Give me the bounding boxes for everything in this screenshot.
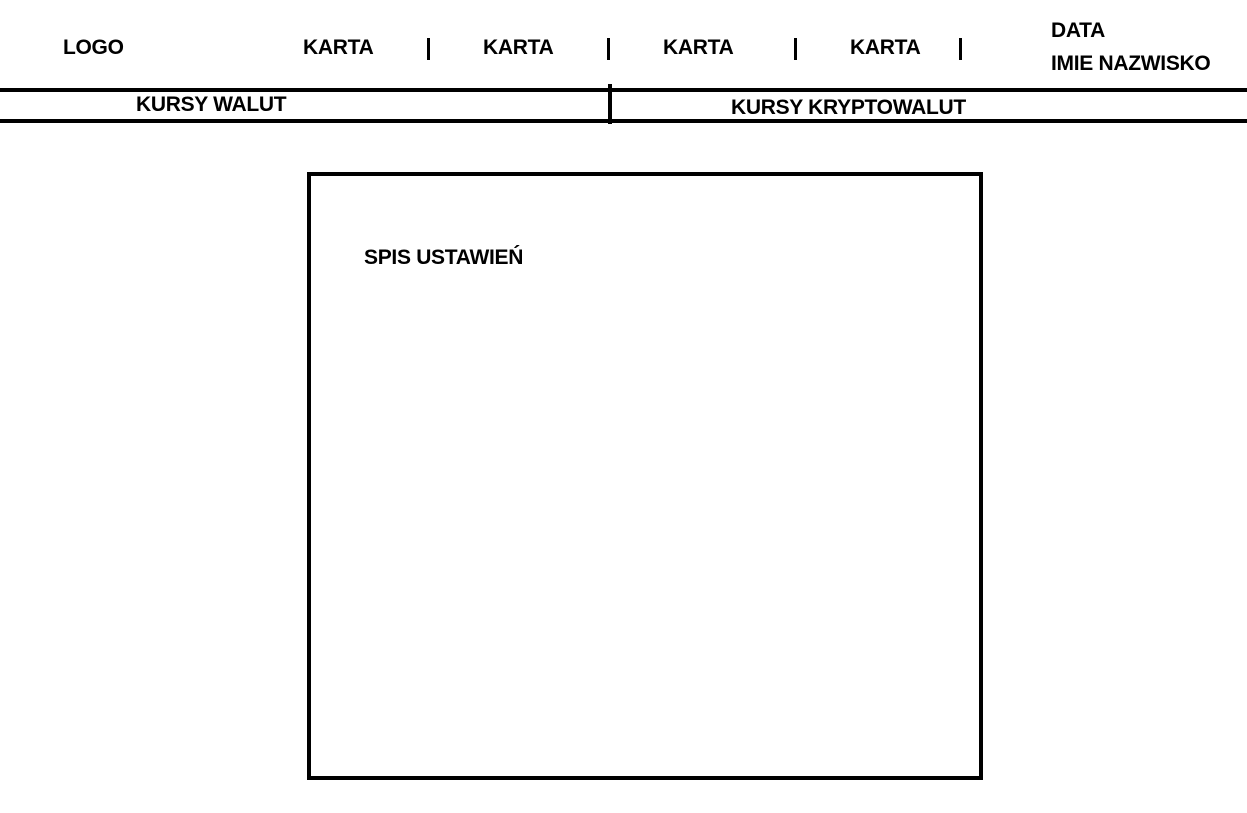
tab-karta-4[interactable]: KARTA <box>850 36 921 60</box>
subnav-top-divider <box>0 88 1247 92</box>
header-user-name[interactable]: IMIE NAZWISKO <box>1051 52 1211 76</box>
tab-karta-1[interactable]: KARTA <box>303 36 374 60</box>
subnav-kursy-walut[interactable]: KURSY WALUT <box>136 93 287 117</box>
tab-karta-3[interactable]: KARTA <box>663 36 734 60</box>
settings-panel: SPIS USTAWIEŃ <box>307 172 983 780</box>
subnav-kursy-kryptowalut[interactable]: KURSY KRYPTOWALUT <box>731 96 966 120</box>
tab-karta-2[interactable]: KARTA <box>483 36 554 60</box>
logo[interactable]: LOGO <box>63 36 124 60</box>
tab-separator <box>959 38 962 60</box>
header-date: DATA <box>1051 19 1106 42</box>
settings-title: SPIS USTAWIEŃ <box>364 246 524 269</box>
subnav-vertical-divider <box>608 84 612 124</box>
tab-separator <box>794 38 797 60</box>
subnav-bottom-divider <box>0 119 1247 123</box>
tab-separator <box>607 38 610 60</box>
tab-separator <box>427 38 430 60</box>
